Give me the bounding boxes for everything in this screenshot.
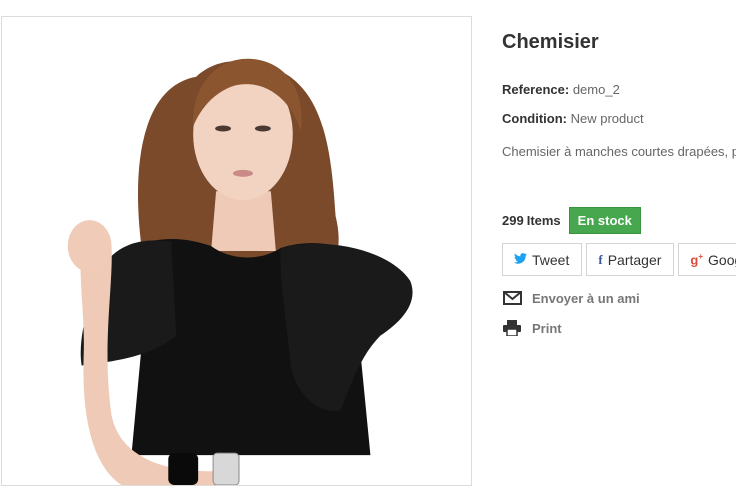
social-share-buttons: Tweet f Partager g+ Googl xyxy=(502,243,736,276)
send-to-friend-link[interactable]: Envoyer à un ami xyxy=(502,290,640,306)
google-plus-icon: g+ xyxy=(690,251,704,268)
tweet-button[interactable]: Tweet xyxy=(502,243,583,276)
product-title: Chemisier xyxy=(502,31,599,53)
condition-label: Condition: xyxy=(502,111,567,126)
google-plus-label: Googl xyxy=(708,251,736,268)
quantity-value: 299 xyxy=(502,213,524,228)
condition-value: New product xyxy=(570,111,644,126)
reference-field: Reference: demo_2 xyxy=(502,82,620,97)
print-link[interactable]: Print xyxy=(502,320,562,336)
facebook-share-button[interactable]: f Partager xyxy=(586,243,675,276)
facebook-share-label: Partager xyxy=(607,251,662,268)
product-description: Chemisier à manches courtes drapées, p é… xyxy=(502,144,736,159)
stock-row: 299 Items En stock xyxy=(502,207,641,234)
send-to-friend-label: Envoyer à un ami xyxy=(532,290,640,306)
availability-badge: En stock xyxy=(568,207,641,234)
facebook-icon: f xyxy=(598,251,603,267)
condition-field: Condition: New product xyxy=(502,111,644,126)
printer-icon xyxy=(503,320,521,336)
tweet-label: Tweet xyxy=(532,251,570,268)
envelope-icon xyxy=(502,291,522,305)
twitter-icon xyxy=(514,253,527,264)
product-photo xyxy=(2,17,471,485)
quantity-label: Items xyxy=(526,213,561,228)
product-image[interactable] xyxy=(1,16,472,486)
reference-label: Reference: xyxy=(502,82,570,97)
print-label: Print xyxy=(532,320,562,336)
reference-value: demo_2 xyxy=(572,82,620,97)
google-plus-share-button[interactable]: g+ Googl xyxy=(678,243,736,276)
product-info: Chemisier Reference: demo_2 Condition: N… xyxy=(502,0,736,495)
